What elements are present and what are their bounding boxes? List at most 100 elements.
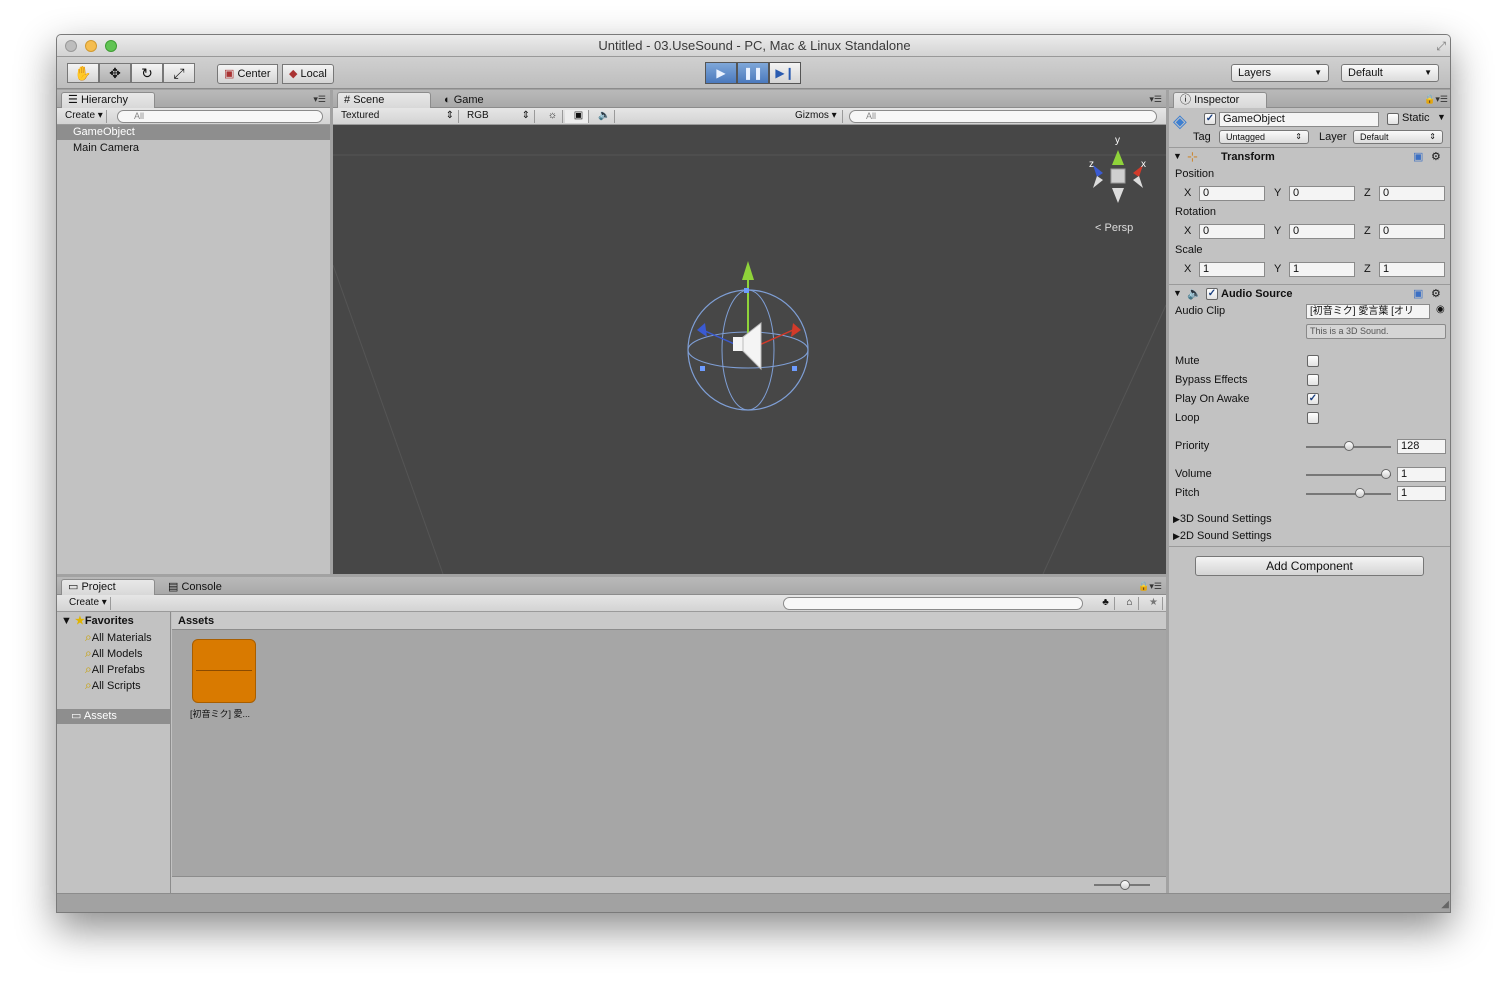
volume-slider-knob[interactable]: [1381, 469, 1391, 479]
channel-dropdown[interactable]: RGB ⇕: [463, 110, 535, 123]
rotate-tool-button[interactable]: ↻: [131, 63, 163, 83]
tag-dropdown[interactable]: Untagged ⇕: [1219, 130, 1309, 144]
asset-item[interactable]: [初音ミク] 愛...: [190, 639, 260, 719]
help-book-icon[interactable]: ▣: [1413, 150, 1423, 163]
favorite-item[interactable]: ⌕All Scripts: [85, 678, 141, 693]
scale-tool-button[interactable]: ⤢: [163, 63, 195, 83]
favorite-item[interactable]: ⌕All Materials: [85, 630, 152, 645]
panel-menu-icon[interactable]: ▾☰: [313, 94, 326, 105]
help-book-icon[interactable]: ▣: [1413, 287, 1423, 300]
expand-triangle-icon: ▶: [1173, 531, 1180, 541]
image-effects-toggle-icon[interactable]: ▣: [565, 110, 589, 123]
rotation-x-label: X: [1184, 225, 1192, 237]
project-search-input[interactable]: [783, 597, 1083, 610]
sound-3d-settings-foldout[interactable]: ▶3D Sound Settings: [1173, 513, 1272, 525]
rotation-x-input[interactable]: 0: [1199, 224, 1265, 239]
layout-dropdown[interactable]: Default ▼: [1341, 64, 1439, 82]
favorite-item[interactable]: ⌕All Prefabs: [85, 662, 145, 677]
hierarchy-search-input[interactable]: All: [117, 110, 323, 123]
minimize-window-button[interactable]: [85, 40, 97, 52]
pivot-local-button[interactable]: ◆ Local: [282, 64, 334, 84]
close-window-button[interactable]: [65, 40, 77, 52]
tab-game[interactable]: ◐ Game: [437, 92, 517, 108]
render-mode-dropdown[interactable]: Textured ⇕: [337, 110, 459, 123]
scale-x-input[interactable]: 1: [1199, 262, 1265, 277]
pause-button[interactable]: ❚❚: [737, 62, 769, 84]
zoom-window-button[interactable]: [105, 40, 117, 52]
scale-z-input[interactable]: 1: [1379, 262, 1445, 277]
tab-project-label: Project: [81, 581, 116, 593]
position-x-input[interactable]: 0: [1199, 186, 1265, 201]
play-on-awake-checkbox[interactable]: ✓: [1307, 393, 1319, 405]
tab-scene[interactable]: # Scene: [337, 92, 431, 108]
scene-search-input[interactable]: All: [849, 110, 1157, 123]
layer-dropdown[interactable]: Default ⇕: [1353, 130, 1443, 144]
scale-y-input[interactable]: 1: [1289, 262, 1355, 277]
pivot-center-button[interactable]: ▣ Center: [217, 64, 278, 84]
layers-dropdown[interactable]: Layers ▼: [1231, 64, 1329, 82]
pitch-input[interactable]: 1: [1397, 486, 1446, 501]
lock-menu-icon[interactable]: 🔒▾☰: [1424, 94, 1448, 105]
sound-2d-settings-foldout[interactable]: ▶2D Sound Settings: [1173, 530, 1272, 542]
panel-menu-icon[interactable]: ▾☰: [1149, 94, 1162, 105]
scene-orientation-gizmo[interactable]: y x z < Persp: [1089, 135, 1146, 234]
audio-toggle-icon[interactable]: 🔈: [591, 110, 615, 123]
tab-project[interactable]: ▭ Project: [61, 579, 155, 595]
position-z-input[interactable]: 0: [1379, 186, 1445, 201]
audio-source-gizmo[interactable]: [687, 261, 809, 411]
resize-grip-icon[interactable]: ◢: [1441, 899, 1449, 910]
scene-viewport[interactable]: y x z < Persp: [333, 125, 1166, 574]
gizmos-dropdown[interactable]: Gizmos ▾: [791, 110, 843, 123]
lighting-toggle-icon[interactable]: ☼: [539, 110, 563, 123]
add-component-button[interactable]: Add Component: [1195, 556, 1424, 576]
filter-label-icon[interactable]: ⌂: [1117, 597, 1139, 610]
static-checkbox[interactable]: [1387, 113, 1399, 125]
transform-header[interactable]: ▼ ⊹ Transform ▣ ⚙: [1169, 148, 1450, 166]
rotation-z-input[interactable]: 0: [1379, 224, 1445, 239]
project-create-button[interactable]: Create ▾: [65, 597, 111, 610]
component-gear-icon[interactable]: ⚙: [1431, 150, 1441, 163]
play-button[interactable]: ▶: [705, 62, 737, 84]
filter-type-icon[interactable]: ♣: [1093, 597, 1115, 610]
pitch-slider-knob[interactable]: [1354, 488, 1365, 498]
audio-source-enabled-checkbox[interactable]: ✓: [1206, 288, 1218, 300]
pitch-slider[interactable]: [1306, 493, 1391, 495]
tab-console[interactable]: ▤ Console: [161, 579, 251, 595]
gameobject-name-input[interactable]: GameObject: [1219, 112, 1379, 127]
tab-inspector[interactable]: ⓘ Inspector: [1173, 92, 1267, 108]
favorite-item[interactable]: ⌕All Models: [85, 646, 142, 661]
hierarchy-item[interactable]: GameObject: [57, 125, 330, 140]
audio-clip-field[interactable]: [初音ミク] 愛言葉 [オリ: [1306, 304, 1430, 319]
assets-folder-node[interactable]: ▭ Assets: [57, 709, 171, 724]
rotation-y-input[interactable]: 0: [1289, 224, 1355, 239]
expand-triangle-icon: ▶: [1173, 514, 1180, 524]
asset-size-slider-knob[interactable]: [1120, 880, 1130, 890]
mute-checkbox[interactable]: [1307, 355, 1319, 367]
projection-label[interactable]: < Persp: [1095, 222, 1133, 234]
volume-slider[interactable]: [1306, 474, 1391, 476]
component-gear-icon[interactable]: ⚙: [1431, 287, 1441, 300]
volume-input[interactable]: 1: [1397, 467, 1446, 482]
move-tool-button[interactable]: ✥: [99, 63, 131, 83]
asset-breadcrumb[interactable]: Assets: [172, 612, 1166, 630]
favorite-star-icon[interactable]: ★: [1141, 597, 1163, 610]
gameobject-active-checkbox[interactable]: ✓: [1204, 113, 1216, 125]
object-picker-icon[interactable]: ◉: [1436, 304, 1445, 315]
speaker-icon: 🔈: [1187, 286, 1202, 300]
hierarchy-item[interactable]: Main Camera: [57, 141, 330, 156]
bypass-effects-checkbox[interactable]: [1307, 374, 1319, 386]
favorites-node[interactable]: ▼ ★Favorites: [61, 614, 134, 627]
loop-checkbox[interactable]: [1307, 412, 1319, 424]
tab-hierarchy[interactable]: ☰ Hierarchy: [61, 92, 155, 108]
priority-slider-knob[interactable]: [1343, 441, 1354, 451]
step-button[interactable]: ▶❙: [769, 62, 801, 84]
static-dropdown-icon[interactable]: ▼: [1437, 112, 1446, 122]
lock-menu-icon[interactable]: 🔒▾☰: [1138, 581, 1162, 592]
priority-input[interactable]: 128: [1397, 439, 1446, 454]
audio-source-header[interactable]: ▼ 🔈 ✓ Audio Source ▣ ⚙: [1169, 285, 1450, 303]
position-y-label: Y: [1274, 187, 1282, 199]
hand-tool-button[interactable]: ✋: [67, 63, 99, 83]
position-y-input[interactable]: 0: [1289, 186, 1355, 201]
hierarchy-create-button[interactable]: Create ▾: [61, 110, 107, 123]
fullscreen-icon[interactable]: ⤢: [1436, 35, 1446, 57]
